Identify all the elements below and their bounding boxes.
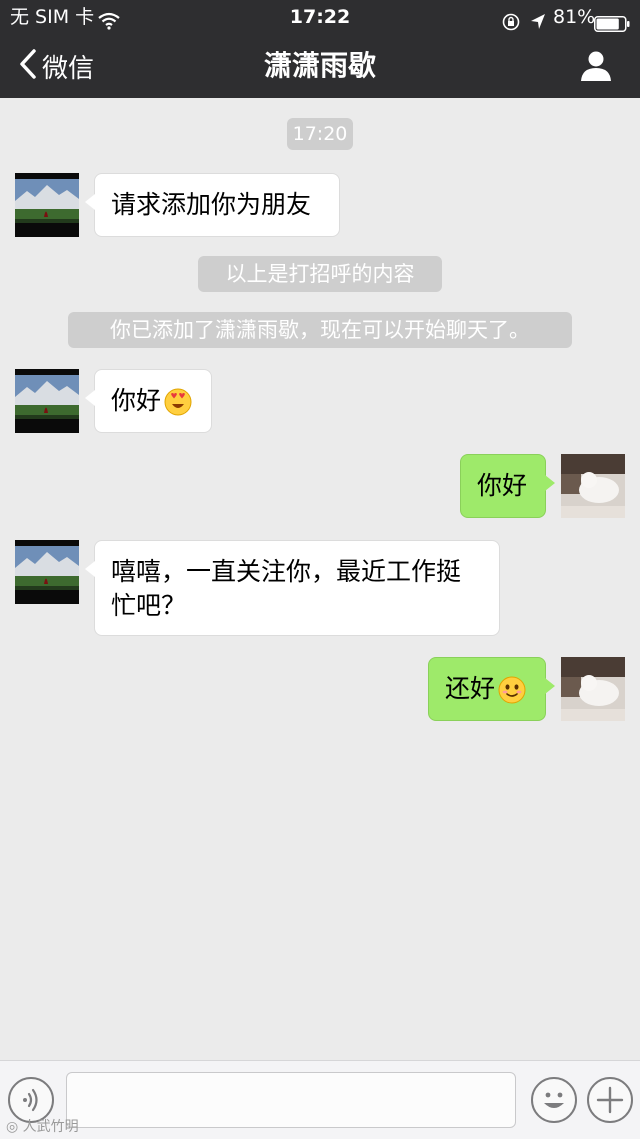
message-text: 嘻嘻，一直关注你，最近工作挺忙吧？: [111, 557, 462, 620]
emoji-button[interactable]: [531, 1077, 577, 1123]
message-bubble-incoming[interactable]: 你好: [85, 369, 212, 433]
system-notice: 以上是打招呼的内容: [198, 256, 442, 292]
status-bar: 无 SIM 卡 17:22 81%: [0, 0, 640, 34]
chat-area[interactable]: 17:20 请求添加你为朋友 以上是打招呼的内容 你已添加了潇潇雨歇，现在可以开…: [0, 98, 640, 1060]
more-options-button[interactable]: [587, 1077, 633, 1123]
message-bubble-incoming[interactable]: 嘻嘻，一直关注你，最近工作挺忙吧？: [85, 540, 500, 636]
message-bubble-outgoing[interactable]: 还好: [428, 657, 555, 721]
back-button[interactable]: 微信: [18, 48, 94, 84]
chevron-left-icon: [18, 48, 38, 84]
nav-bar: 微信 潇潇雨歇: [0, 34, 640, 98]
battery-percent: 81%: [553, 6, 596, 28]
message-text: 你好: [477, 471, 528, 500]
timestamp-pill: 17:20: [287, 118, 353, 150]
message-input[interactable]: [66, 1072, 516, 1128]
contact-avatar[interactable]: [15, 369, 79, 433]
message-bubble-outgoing[interactable]: 你好: [460, 454, 555, 518]
message-text: 你好: [111, 386, 162, 415]
plus-icon: [589, 1086, 631, 1125]
my-avatar[interactable]: [561, 657, 625, 721]
weibo-logo-icon: ◎: [6, 1119, 23, 1135]
system-notice: 你已添加了潇潇雨歇，现在可以开始聊天了。: [68, 312, 572, 348]
message-bubble-incoming[interactable]: 请求添加你为朋友: [85, 173, 340, 237]
back-label: 微信: [42, 53, 95, 84]
my-avatar[interactable]: [561, 454, 625, 518]
watermark-text: 人武竹明: [22, 1119, 79, 1135]
message-text: 请求添加你为朋友: [111, 190, 312, 219]
emoji-face-icon: [533, 1092, 575, 1125]
contact-avatar[interactable]: [15, 540, 79, 604]
smile-emoji-icon: [498, 676, 526, 704]
watermark: ◎ 人武竹明: [6, 1116, 79, 1136]
message-text: 还好: [445, 674, 496, 703]
contact-profile-icon[interactable]: [578, 48, 614, 84]
top-bar: 无 SIM 卡 17:22 81% 微信 潇潇雨歇: [0, 0, 640, 98]
battery-icon: [594, 9, 630, 32]
heart-eyes-emoji-icon: [164, 388, 192, 416]
input-bar: [0, 1060, 640, 1139]
chat-title: 潇潇雨歇: [263, 49, 376, 82]
contact-avatar[interactable]: [15, 173, 79, 237]
